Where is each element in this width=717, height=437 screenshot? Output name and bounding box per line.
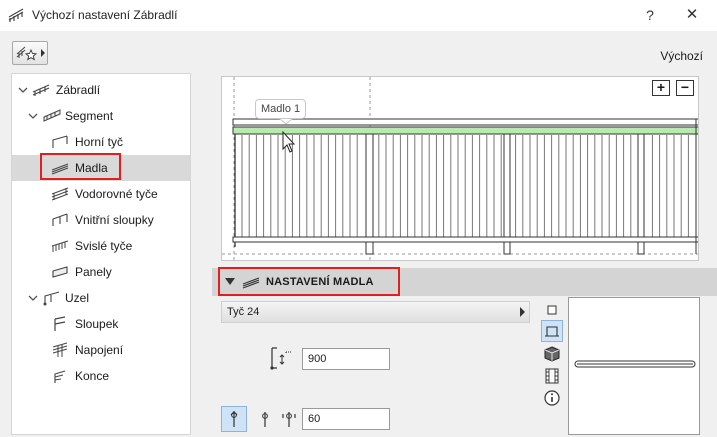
- anchor-center-icon[interactable]: [254, 408, 276, 430]
- tree-item-post[interactable]: Sloupek: [12, 311, 190, 337]
- settings-tree[interactable]: Zábradlí Segment Horní tyč Madla Vodorov…: [11, 73, 191, 435]
- tree-item-label: Svislé tyče: [75, 239, 133, 253]
- chevron-down-icon[interactable]: [28, 111, 38, 121]
- horizontal-rails-icon: [51, 187, 69, 201]
- tree-item-label: Vnitřní sloupky: [75, 213, 154, 227]
- ends-icon: [54, 370, 66, 383]
- profile-shape: [574, 360, 696, 368]
- height-input[interactable]: 900: [302, 348, 390, 370]
- tree-item-connection[interactable]: Napojení: [12, 337, 190, 363]
- help-button[interactable]: ?: [640, 5, 660, 25]
- handrail-callout: Madlo 1: [255, 99, 307, 119]
- offset-mode-left-button[interactable]: [221, 406, 247, 432]
- tree-item-horizontal-rails[interactable]: Vodorovné tyče: [12, 181, 190, 207]
- railing-icon: [32, 84, 50, 96]
- profile-select-value: Tyč 24: [227, 306, 260, 318]
- tree-item-inner-posts[interactable]: Vnitřní sloupky: [12, 207, 190, 233]
- railing-app-icon: [8, 8, 24, 22]
- inner-posts-icon: [52, 213, 68, 226]
- top-rail-icon: [52, 135, 68, 148]
- film-strip-icon[interactable]: [543, 367, 561, 385]
- anchor-left-icon: [230, 411, 238, 427]
- chevron-down-icon[interactable]: [28, 293, 38, 303]
- zoom-in-button[interactable]: +: [652, 80, 670, 96]
- node-icon: [43, 291, 60, 306]
- anchor-right-icon[interactable]: [278, 408, 300, 430]
- profile-select[interactable]: Tyč 24: [221, 301, 530, 323]
- tree-item-label: Vodorovné tyče: [75, 187, 158, 201]
- zoom-out-button[interactable]: −: [676, 80, 694, 96]
- selection-highlight-box: [40, 153, 121, 180]
- post-icon: [54, 316, 66, 331]
- tree-item-top-rail[interactable]: Horní tyč: [12, 129, 190, 155]
- profile-view-icon[interactable]: [543, 301, 561, 319]
- offset-input[interactable]: 60: [302, 408, 390, 430]
- tree-item-panels[interactable]: Panely: [12, 259, 190, 285]
- tree-item-label: Sloupek: [75, 317, 119, 331]
- default-settings-label: Výchozí: [660, 49, 703, 63]
- segment-icon: [43, 109, 61, 122]
- panels-icon: [52, 266, 68, 278]
- connection-icon: [52, 342, 68, 357]
- 3d-cube-icon[interactable]: [543, 345, 561, 363]
- profile-preview: [568, 297, 700, 435]
- dropdown-arrow-icon: [41, 49, 45, 57]
- info-icon[interactable]: [543, 389, 561, 407]
- window-title: Výchozí nastavení Zábradlí: [32, 8, 178, 22]
- tree-item-segment[interactable]: Segment: [12, 103, 190, 129]
- height-dimension-icon: [270, 347, 291, 370]
- tree-item-label: Panely: [75, 265, 112, 279]
- tree-item-label: Zábradlí: [56, 83, 101, 97]
- chevron-down-icon[interactable]: [18, 85, 28, 95]
- tree-item-label: Uzel: [65, 291, 90, 305]
- side-view-button[interactable]: [541, 320, 563, 342]
- chevron-right-icon: [520, 307, 525, 317]
- tree-item-node[interactable]: Uzel: [12, 285, 190, 311]
- side-view-icon: [545, 326, 559, 337]
- handrail-highlight: [232, 126, 698, 135]
- tree-item-label: Horní tyč: [75, 135, 124, 149]
- section-highlight-box: [218, 267, 400, 296]
- favorites-button[interactable]: [12, 41, 48, 65]
- tree-item-railing[interactable]: Zábradlí: [12, 77, 190, 103]
- tree-item-label: Napojení: [75, 343, 124, 357]
- tree-item-label: Konce: [75, 369, 110, 383]
- favorites-star-icon: [16, 46, 38, 61]
- close-button[interactable]: ✕: [680, 5, 704, 25]
- balusters-icon: [51, 240, 69, 252]
- tree-item-balusters[interactable]: Svislé tyče: [12, 233, 190, 259]
- tree-item-label: Segment: [65, 109, 114, 123]
- tree-item-ends[interactable]: Konce: [12, 363, 190, 389]
